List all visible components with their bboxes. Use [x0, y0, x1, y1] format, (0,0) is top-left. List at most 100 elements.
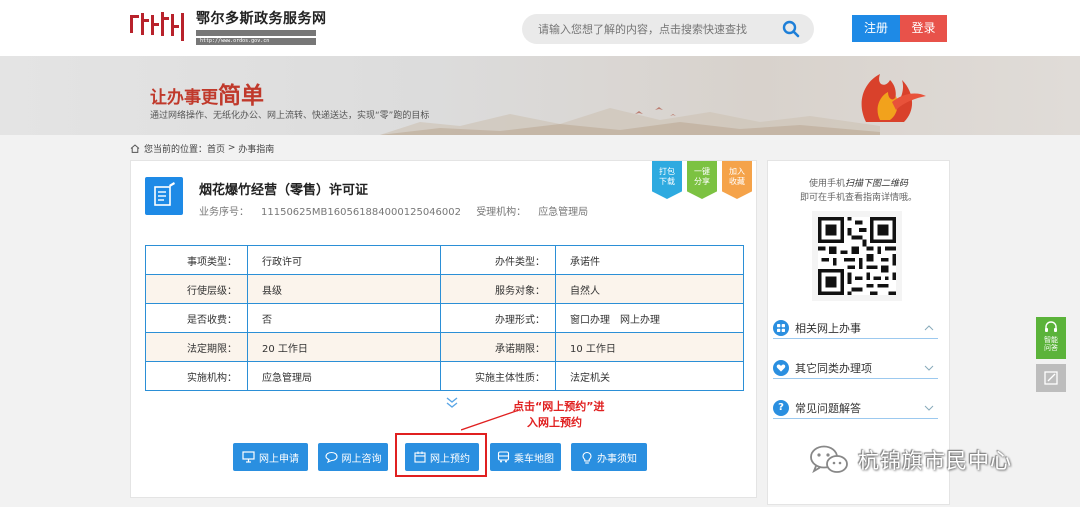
smart-qa-line-2: 问答: [1044, 344, 1058, 352]
site-subtitle-bar: [196, 29, 316, 36]
monitor-icon: [242, 451, 255, 463]
calendar-icon: [414, 451, 426, 463]
share-ribbon[interactable]: 一键 分享: [687, 161, 717, 199]
online-apply-button[interactable]: 网上申请: [233, 443, 308, 471]
table-label: 办件类型：: [440, 245, 556, 275]
wechat-watermark: 杭锦旗市民中心: [808, 442, 1012, 478]
torch-flame-icon: [861, 74, 926, 122]
ribbon-print-line-1: 打包: [659, 167, 675, 176]
home-icon: [130, 143, 140, 153]
table-value: 行政许可: [247, 245, 441, 275]
search-input[interactable]: [538, 14, 778, 44]
service-title: 烟花爆竹经营（零售）许可证: [199, 183, 369, 198]
breadcrumb: 您当前的位置： 首页 > 办事指南: [130, 141, 274, 155]
banner: 让办事更简单 通过网络操作、无纸化办公、网上流转、快递送达，实现“零”跑的目标: [0, 56, 1080, 135]
slogan-prefix: 让办事更: [150, 88, 218, 108]
breadcrumb-label: 您当前的位置：: [144, 144, 208, 155]
wechat-icon: [810, 445, 848, 474]
qr-tip-prefix: 使用手机: [808, 179, 845, 189]
ribbon-print-line-2: 下载: [659, 177, 675, 186]
expand-chevron-icon[interactable]: [445, 397, 459, 409]
breadcrumb-home[interactable]: 首页: [207, 142, 225, 155]
service-code: 11150625MB160561884000125046002: [261, 207, 461, 218]
qr-tip-line-2: 即可在手机查看指南详情哦。: [799, 193, 917, 203]
faq[interactable]: ? 常见问题解答: [773, 397, 938, 419]
faq-label: 常见问题解答: [795, 401, 861, 415]
online-booking-button[interactable]: 网上预约: [405, 443, 479, 471]
table-value: 应急管理局: [247, 361, 441, 391]
related-online-services-label: 相关网上办事: [795, 321, 861, 335]
service-code-label: 业务序号：: [199, 207, 249, 218]
slogan-emphasis: 简单: [218, 83, 264, 109]
site-logo[interactable]: 鄂尔多斯政务服务网 http://www.ordos.gov.cn: [128, 8, 327, 45]
related-online-services[interactable]: 相关网上办事: [773, 317, 938, 339]
breadcrumb-separator: >: [225, 143, 239, 153]
mongolian-script-logo-icon: [130, 12, 184, 41]
annotation-line-1: 点击“网上预约”进: [513, 400, 605, 413]
service-meta: 业务序号： 11150625MB160561884000125046002 受理机…: [199, 203, 588, 218]
annotation-pointer-line: [461, 409, 520, 431]
table-value: 10 工作日: [555, 332, 744, 362]
top-bar: 鄂尔多斯政务服务网 http://www.ordos.gov.cn 注册 登录: [0, 0, 1080, 56]
table-value: 否: [247, 303, 441, 333]
table-row: 行使层级： 县级 服务对象： 自然人: [145, 274, 744, 304]
ribbon-fav-line-2: 收藏: [729, 177, 745, 186]
edit-icon: [1044, 371, 1058, 385]
banner-slogan: 让办事更简单: [150, 76, 264, 110]
lightbulb-icon: [582, 451, 592, 464]
headset-icon: [1045, 321, 1057, 332]
favorite-ribbon[interactable]: 加入 收藏: [722, 161, 752, 199]
bus-map-label: 乘车地图: [514, 453, 554, 465]
search-icon[interactable]: [782, 20, 800, 38]
service-guide-card: 烟花爆竹经营（零售）许可证 业务序号： 11150625MB16056188400…: [130, 160, 757, 498]
service-agency: 应急管理局: [538, 207, 589, 218]
similar-items-label: 其它同类办理项: [795, 361, 872, 375]
bus-map-button[interactable]: 乘车地图: [490, 443, 561, 471]
smart-qa-button[interactable]: 智能 问答: [1036, 317, 1066, 359]
watermark-text: 杭锦旗市民中心: [858, 449, 1012, 473]
table-label: 行使层级：: [145, 274, 248, 304]
table-label: 事项类型：: [145, 245, 248, 275]
table-value: 20 工作日: [247, 332, 441, 362]
breadcrumb-current[interactable]: 办事指南: [238, 142, 274, 155]
site-name: 鄂尔多斯政务服务网: [196, 10, 327, 27]
annotation-note: 点击“网上预约”进 入网上预约: [513, 399, 604, 431]
table-row: 法定期限： 20 工作日 承诺期限： 10 工作日: [145, 332, 744, 362]
feedback-button[interactable]: [1036, 364, 1066, 392]
question-icon: ?: [773, 399, 789, 416]
similar-items[interactable]: 其它同类办理项: [773, 357, 938, 379]
chevron-down-icon: [924, 365, 934, 371]
table-row: 是否收费： 否 办理形式： 窗口办理 网上办理: [145, 303, 744, 333]
table-label: 办理形式：: [440, 303, 556, 333]
table-label: 服务对象：: [440, 274, 556, 304]
ribbon-share-line-1: 一键: [694, 167, 710, 176]
ribbon-share-line-2: 分享: [694, 177, 710, 186]
document-edit-icon: [145, 177, 183, 215]
online-consult-button[interactable]: 网上咨询: [318, 443, 388, 471]
notice-button[interactable]: 办事须知: [571, 443, 647, 471]
search-box: [522, 14, 814, 44]
table-value: 承诺件: [555, 245, 744, 275]
heart-icon: [773, 359, 789, 376]
table-value: 县级: [247, 274, 441, 304]
table-row: 实施机构： 应急管理局 实施主体性质： 法定机关: [145, 361, 744, 391]
table-value: 自然人: [555, 274, 744, 304]
online-booking-label: 网上预约: [430, 453, 470, 465]
annotation-line-2: 入网上预约: [527, 416, 582, 429]
qr-tip-emphasis: 扫描下图二维码: [845, 179, 909, 189]
chat-icon: [324, 451, 338, 463]
qr-code: [812, 211, 902, 301]
login-button[interactable]: 登录: [900, 15, 947, 42]
qr-code-icon: [818, 217, 896, 295]
download-package-ribbon[interactable]: 打包 下载: [652, 161, 682, 199]
qr-tip: 使用手机扫描下图二维码 即可在手机查看指南详情哦。: [768, 177, 949, 205]
table-label: 是否收费：: [145, 303, 248, 333]
grid-icon: [773, 319, 789, 336]
online-consult-label: 网上咨询: [341, 453, 382, 465]
service-agency-label: 受理机构：: [476, 207, 527, 218]
register-button[interactable]: 注册: [852, 15, 900, 42]
banner-subtitle: 通过网络操作、无纸化办公、网上流转、快递送达，实现“零”跑的目标: [150, 111, 430, 121]
smart-qa-line-1: 智能: [1044, 336, 1058, 344]
bus-icon: [497, 451, 510, 463]
table-label: 承诺期限：: [440, 332, 556, 362]
